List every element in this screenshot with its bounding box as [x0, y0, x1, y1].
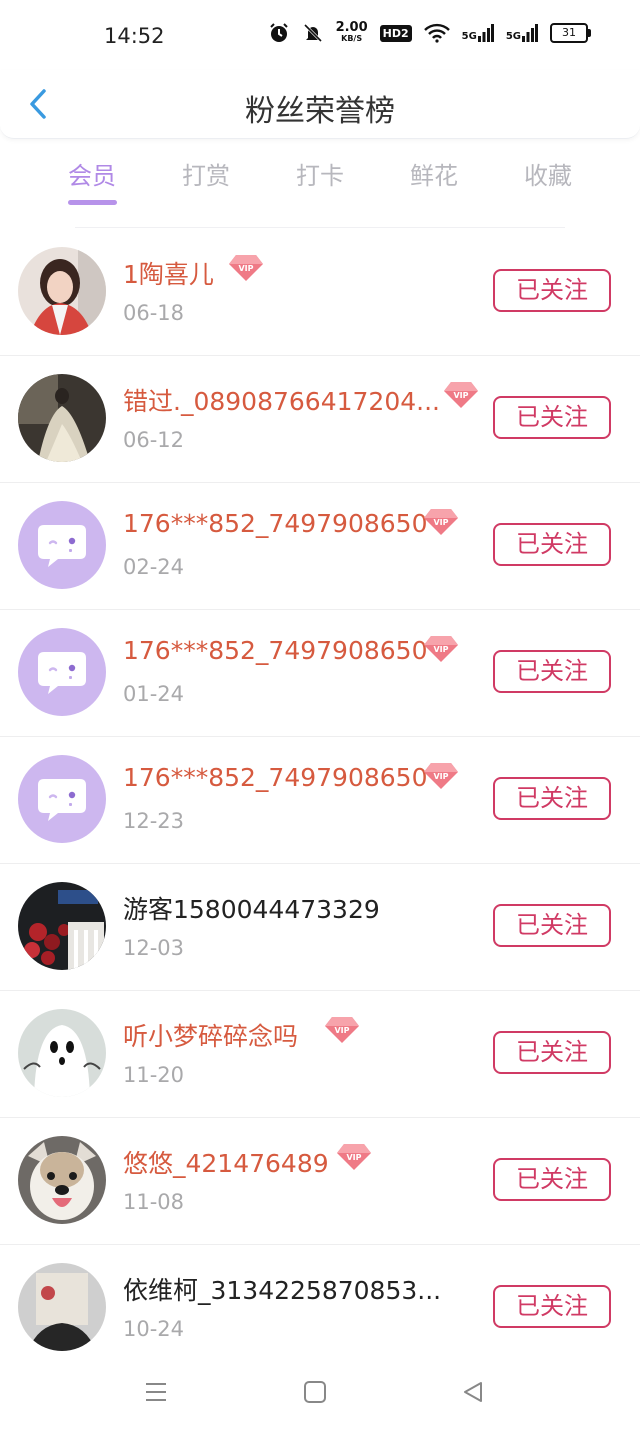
svg-text:VIP: VIP [433, 645, 448, 654]
following-button[interactable]: 已关注 [493, 1158, 611, 1201]
fan-name: 176***852_7497908650 [123, 509, 428, 538]
avatar[interactable] [18, 755, 106, 843]
vip-diamond-icon: VIP [424, 636, 458, 662]
status-bar: 14:52 2.00 KB/S HD2 5G 5G 31 [0, 0, 640, 70]
svg-text:VIP: VIP [433, 518, 448, 527]
list-item[interactable]: 悠悠_421476489 VIP 11-08 已关注 [0, 1118, 640, 1245]
signal-2-label: 5G [505, 31, 521, 42]
fan-list: 1陶喜儿 VIP 06-18 已关注 错过._08908766417204...… [0, 229, 640, 1371]
avatar[interactable] [18, 1009, 106, 1097]
fan-date: 06-18 [123, 301, 185, 325]
signal-bars-icon [477, 24, 494, 42]
vip-diamond-icon: VIP [229, 255, 263, 281]
avatar[interactable] [18, 628, 106, 716]
fan-name: 听小梦碎碎念吗 [123, 1022, 299, 1051]
tab-indicator [68, 200, 117, 205]
list-item[interactable]: 1陶喜儿 VIP 06-18 已关注 [0, 229, 640, 356]
header: 粉丝荣誉榜 [0, 70, 640, 139]
default-chat-avatar-icon [18, 755, 106, 843]
list-item[interactable]: 176***852_7497908650 VIP 01-24 已关注 [0, 610, 640, 737]
fan-date: 02-24 [123, 555, 185, 579]
fan-name: 176***852_7497908650 [123, 763, 428, 792]
list-item[interactable]: 176***852_7497908650 VIP 02-24 已关注 [0, 483, 640, 610]
home-button[interactable] [297, 1377, 333, 1407]
default-chat-avatar-icon [18, 628, 106, 716]
tab-reward[interactable]: 打赏 [151, 155, 261, 213]
fan-name: 1陶喜儿 [123, 260, 214, 289]
svg-text:VIP: VIP [453, 391, 468, 400]
list-item[interactable]: 依维柯_3134225870853... 10-24 已关注 [0, 1245, 640, 1371]
vip-diamond-icon: VIP [424, 509, 458, 535]
svg-text:VIP: VIP [346, 1153, 361, 1162]
avatar[interactable] [18, 247, 106, 335]
tab-favorites[interactable]: 收藏 [493, 155, 603, 213]
list-item[interactable]: 听小梦碎碎念吗 VIP 11-20 已关注 [0, 991, 640, 1118]
svg-text:VIP: VIP [238, 264, 253, 273]
fan-date: 06-12 [123, 428, 185, 452]
avatar[interactable] [18, 374, 106, 462]
fan-date: 10-24 [123, 1317, 185, 1341]
status-time: 14:52 [104, 24, 165, 48]
vip-diamond-icon: VIP [424, 763, 458, 789]
status-icons: 2.00 KB/S HD2 5G 5G 31 [268, 20, 591, 44]
tab-bar: 会员 打赏 打卡 鲜花 收藏 [0, 155, 640, 225]
following-button[interactable]: 已关注 [493, 650, 611, 693]
following-button[interactable]: 已关注 [493, 269, 611, 312]
signal-1: 5G [462, 24, 494, 42]
wifi-icon [423, 23, 450, 43]
fan-name: 悠悠_421476489 [123, 1149, 329, 1178]
avatar[interactable] [18, 1136, 106, 1224]
tab-flowers[interactable]: 鲜花 [379, 155, 489, 213]
list-item[interactable]: 176***852_7497908650 VIP 12-23 已关注 [0, 737, 640, 864]
tab-checkin[interactable]: 打卡 [265, 155, 375, 213]
divider [75, 227, 565, 228]
fan-date: 12-23 [123, 809, 185, 833]
back-nav-button[interactable] [455, 1377, 491, 1407]
default-chat-avatar-icon [18, 501, 106, 589]
net-speed-value: 2.00 [335, 20, 368, 35]
svg-text:VIP: VIP [433, 772, 448, 781]
mute-bell-icon [302, 22, 324, 44]
fan-date: 11-20 [123, 1063, 185, 1087]
avatar[interactable] [18, 1263, 106, 1351]
following-button[interactable]: 已关注 [493, 396, 611, 439]
net-speed: 2.00 KB/S [335, 20, 368, 44]
signal-bars-icon [522, 24, 538, 42]
following-button[interactable]: 已关注 [493, 1031, 611, 1074]
fan-date: 11-08 [123, 1190, 185, 1214]
system-nav-bar [0, 1355, 640, 1429]
list-item[interactable]: 游客1580044473329 12-03 已关注 [0, 864, 640, 991]
menu-button[interactable] [138, 1377, 174, 1407]
following-button[interactable]: 已关注 [493, 1285, 611, 1328]
page-title: 粉丝荣誉榜 [245, 94, 395, 129]
signal-1-label: 5G [461, 31, 477, 42]
fan-date: 12-03 [123, 936, 185, 960]
signal-2: 5G [506, 24, 538, 42]
hd-badge: HD2 [379, 24, 412, 42]
fan-date: 01-24 [123, 682, 185, 706]
avatar[interactable] [18, 882, 106, 970]
following-button[interactable]: 已关注 [493, 777, 611, 820]
list-item[interactable]: 错过._08908766417204... VIP 06-12 已关注 [0, 356, 640, 483]
alarm-icon [268, 22, 290, 44]
battery-icon: 31 [550, 23, 591, 43]
svg-text:VIP: VIP [334, 1026, 349, 1035]
fan-name: 176***852_7497908650 [123, 636, 428, 665]
menu-icon [146, 1383, 166, 1401]
vip-diamond-icon: VIP [337, 1144, 371, 1170]
following-button[interactable]: 已关注 [493, 904, 611, 947]
fan-name: 错过._08908766417204... [123, 387, 440, 416]
fan-name: 游客1580044473329 [123, 895, 380, 924]
back-triangle-icon [464, 1382, 482, 1402]
vip-diamond-icon: VIP [325, 1017, 359, 1043]
following-button[interactable]: 已关注 [493, 523, 611, 566]
fan-name: 依维柯_3134225870853... [123, 1276, 442, 1305]
home-square-icon [304, 1381, 326, 1403]
avatar[interactable] [18, 501, 106, 589]
vip-diamond-icon: VIP [444, 382, 478, 408]
